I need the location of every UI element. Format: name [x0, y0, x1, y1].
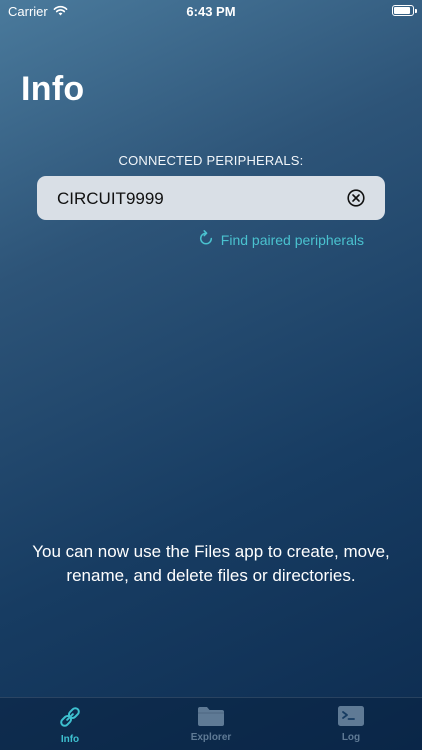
peripheral-value: CIRCUIT9999 [57, 189, 164, 208]
tab-log[interactable]: Log [291, 704, 411, 743]
tab-log-label: Log [341, 732, 361, 743]
connected-peripherals-label: CONNECTED PERIPHERALS: [118, 153, 304, 168]
link-icon [10, 704, 130, 730]
refresh-icon [199, 230, 213, 249]
peripheral-field[interactable]: CIRCUIT9999 [37, 176, 385, 220]
page-title: Info [21, 70, 85, 108]
terminal-icon [291, 704, 411, 728]
tab-bar: Info Explorer Log [0, 697, 422, 750]
tab-explorer[interactable]: Explorer [151, 704, 271, 743]
find-paired-peripherals-button[interactable]: Find paired peripherals [199, 230, 364, 249]
battery-icon [392, 5, 417, 16]
clear-circle-x-icon[interactable] [347, 189, 365, 207]
status-bar: Carrier 6:43 PM [0, 0, 422, 24]
folder-icon [151, 704, 271, 728]
tab-info-label: Info [60, 734, 80, 745]
tab-explorer-label: Explorer [190, 732, 232, 743]
files-app-message: You can now use the Files app to create,… [32, 542, 390, 585]
tab-info[interactable]: Info [10, 704, 130, 745]
status-time: 6:43 PM [186, 4, 236, 19]
battery-level [394, 7, 411, 14]
find-paired-peripherals-label: Find paired peripherals [220, 231, 364, 248]
